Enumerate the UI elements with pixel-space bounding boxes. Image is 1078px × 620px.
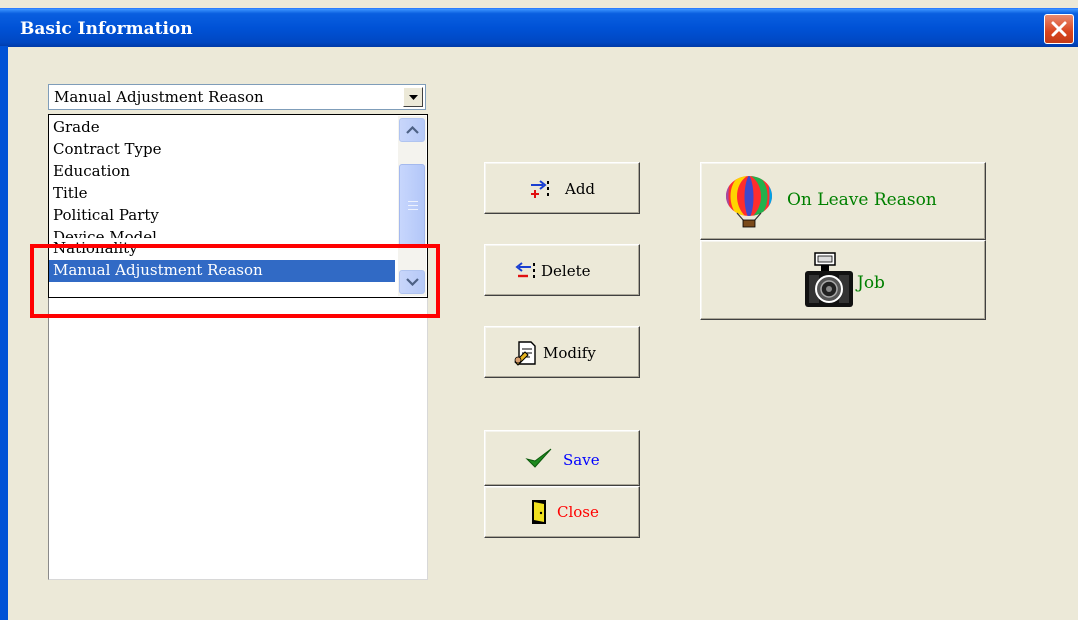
modify-document-icon <box>514 341 536 366</box>
dropdown-option[interactable]: Device Model <box>49 227 395 238</box>
close-label: Close <box>557 503 599 521</box>
add-label: Add <box>565 180 596 198</box>
hot-air-balloon-icon <box>726 176 772 228</box>
modify-label: Modify <box>543 344 596 362</box>
add-arrow-icon <box>531 180 549 198</box>
close-icon <box>1051 21 1067 37</box>
highlight-annotation-box <box>30 244 440 318</box>
category-combobox[interactable]: Manual Adjustment Reason <box>48 84 426 110</box>
on-leave-reason-label: On Leave Reason <box>787 190 937 210</box>
scroll-up-button[interactable] <box>399 118 425 142</box>
on-leave-reason-button[interactable]: On Leave Reason <box>700 162 986 240</box>
combobox-dropdown-button[interactable] <box>403 87 423 107</box>
dropdown-option[interactable]: Title <box>49 183 395 205</box>
job-label: Job <box>857 273 885 293</box>
save-label: Save <box>563 451 600 469</box>
job-button[interactable]: Job <box>700 240 986 320</box>
window-close-button[interactable] <box>1044 14 1074 44</box>
checkmark-icon <box>525 448 552 468</box>
dropdown-option[interactable]: Political Party <box>49 205 395 227</box>
dropdown-option[interactable]: Grade <box>49 117 395 139</box>
window-title: Basic Information <box>20 19 193 39</box>
title-bar[interactable]: Basic Information <box>0 8 1078 47</box>
basic-information-window: Basic Information Manual Adjustment Reas… <box>0 0 1078 620</box>
modify-button[interactable]: Modify <box>484 326 640 378</box>
chevron-up-icon <box>406 126 419 134</box>
close-button[interactable]: Close <box>484 486 640 538</box>
delete-arrow-icon <box>515 262 535 278</box>
scroll-thumb[interactable] <box>399 164 425 248</box>
dropdown-option[interactable]: Education <box>49 161 395 183</box>
chevron-down-icon <box>409 95 418 100</box>
save-button[interactable]: Save <box>484 430 640 486</box>
door-exit-icon <box>532 500 546 524</box>
delete-label: Delete <box>541 262 591 280</box>
delete-button[interactable]: Delete <box>484 244 640 296</box>
add-button[interactable]: Add <box>484 162 640 214</box>
combobox-value: Manual Adjustment Reason <box>54 88 264 106</box>
window-border <box>0 46 8 620</box>
dropdown-option[interactable]: Contract Type <box>49 139 395 161</box>
camera-icon <box>805 252 853 307</box>
